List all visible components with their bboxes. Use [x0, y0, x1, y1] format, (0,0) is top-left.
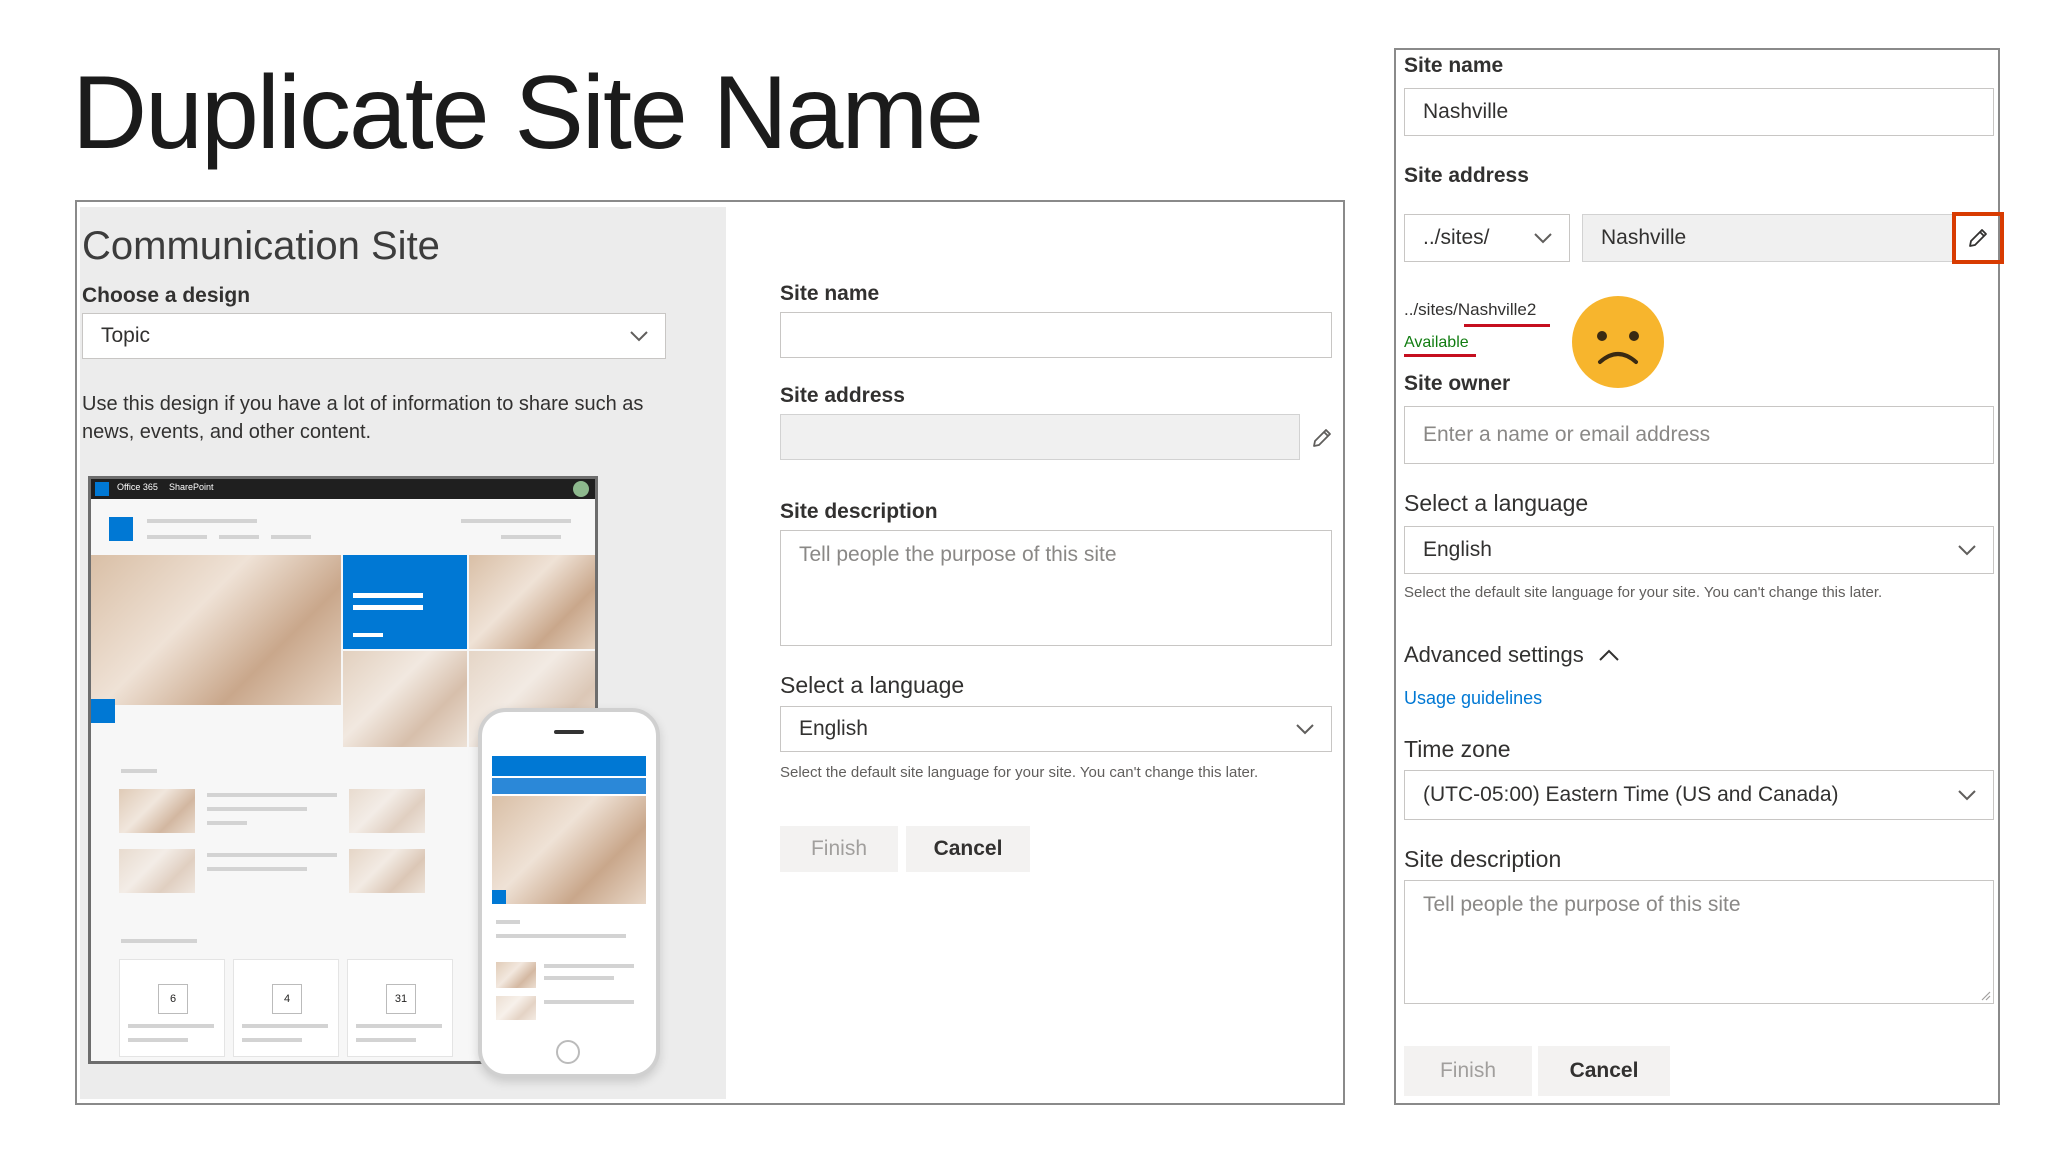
language-dropdown-value: English [1423, 538, 1492, 561]
chevron-down-icon [630, 331, 648, 342]
cancel-button[interactable]: Cancel [1538, 1046, 1670, 1096]
app-launcher-icon [95, 482, 109, 496]
chevron-down-icon [1534, 233, 1552, 244]
site-owner-label: Site owner [1404, 372, 1511, 395]
phone-header-bar [492, 756, 646, 776]
communication-site-title: Communication Site [82, 224, 440, 268]
site-name-label: Site name [1404, 54, 1504, 77]
path-underline [1464, 324, 1550, 327]
suggested-site-path: ../sites/Nashville2 [1404, 300, 1536, 320]
sad-face-icon [1572, 296, 1664, 388]
design-dropdown[interactable]: Topic [82, 313, 666, 359]
suggested-path-name: Nashville2 [1457, 300, 1537, 319]
site-address-input[interactable] [780, 414, 1300, 460]
event-card: 4 [233, 959, 339, 1057]
event-card: 31 [347, 959, 453, 1057]
site-description-placeholder: Tell people the purpose of this site [1423, 893, 1741, 916]
suggested-path-prefix: ../sites/ [1404, 300, 1458, 319]
site-name-label: Site name [780, 282, 880, 305]
hero-image-tile [343, 651, 467, 747]
choose-design-label: Choose a design [82, 284, 251, 307]
language-label: Select a language [780, 672, 965, 698]
design-dropdown-value: Topic [101, 324, 151, 347]
hero-image [91, 555, 341, 705]
preview-suite-bar: Office 365 SharePoint [91, 479, 595, 499]
design-description: Use this design if you have a lot of inf… [82, 393, 644, 444]
language-helper-text: Select the default site language for you… [780, 764, 1259, 781]
advanced-settings-toggle[interactable]: Advanced settings [1404, 642, 1620, 668]
news-thumbnail [349, 849, 425, 893]
chevron-down-icon [1296, 724, 1314, 735]
site-name-value: Nashville [1423, 100, 1509, 123]
site-address-label: Site address [1404, 164, 1529, 187]
pencil-icon[interactable] [1310, 426, 1334, 450]
phone-thumbnail [496, 996, 536, 1020]
cancel-button[interactable]: Cancel [906, 826, 1030, 872]
avatar [573, 481, 589, 497]
news-thumbnail [349, 789, 425, 833]
usage-guidelines-link[interactable]: Usage guidelines [1404, 688, 1542, 709]
site-owner-input[interactable]: Enter a name or email address [1404, 406, 1994, 464]
advanced-settings-label: Advanced settings [1404, 642, 1584, 667]
preview-brand-sharepoint: SharePoint [169, 482, 214, 492]
preview-brand-office: Office 365 [117, 482, 158, 492]
site-description-label: Site description [1404, 846, 1562, 872]
chevron-down-icon [1958, 545, 1976, 556]
hero-tile-blue [343, 555, 467, 649]
language-helper-text: Select the default site language for you… [1404, 584, 1883, 601]
site-description-placeholder: Tell people the purpose of this site [799, 543, 1117, 566]
finish-button[interactable]: Finish [1404, 1046, 1532, 1096]
event-date: 6 [158, 984, 188, 1014]
phone-nav-bar [492, 778, 646, 794]
slide-title: Duplicate Site Name [72, 55, 984, 171]
phone-hero-image [492, 796, 646, 904]
availability-status: Available [1404, 334, 1469, 351]
finish-button[interactable]: Finish [780, 826, 898, 872]
phone-home-button [556, 1040, 580, 1064]
site-address-value: Nashville [1601, 226, 1687, 249]
site-address-prefix-value: ../sites/ [1423, 226, 1490, 249]
site-owner-placeholder: Enter a name or email address [1423, 423, 1711, 446]
phone-hero-accent [492, 890, 506, 904]
time-zone-dropdown[interactable]: (UTC-05:00) Eastern Time (US and Canada) [1404, 770, 1994, 820]
site-address-label: Site address [780, 384, 905, 407]
pencil-icon[interactable] [1966, 226, 1990, 250]
time-zone-label: Time zone [1404, 736, 1511, 762]
language-dropdown[interactable]: English [780, 706, 1332, 752]
news-thumbnail [119, 789, 195, 833]
hero-image-small [469, 555, 595, 649]
site-description-input[interactable]: Tell people the purpose of this site [780, 530, 1332, 646]
site-description-label: Site description [780, 500, 938, 523]
phone-speaker [554, 730, 584, 734]
site-name-input[interactable] [780, 312, 1332, 358]
site-logo-icon [109, 517, 133, 541]
chevron-up-icon [1599, 649, 1619, 661]
event-card: 6 [119, 959, 225, 1057]
language-dropdown[interactable]: English [1404, 526, 1994, 574]
site-address-prefix-dropdown[interactable]: ../sites/ [1404, 214, 1570, 262]
time-zone-dropdown-value: (UTC-05:00) Eastern Time (US and Canada) [1423, 783, 1839, 806]
site-description-input[interactable]: Tell people the purpose of this site [1404, 880, 1994, 1004]
site-address-input[interactable]: Nashville [1582, 214, 1956, 262]
design-preview-mobile [478, 708, 660, 1078]
phone-thumbnail [496, 962, 536, 988]
resize-grip-icon[interactable] [1979, 989, 1991, 1001]
news-thumbnail [119, 849, 195, 893]
site-name-input[interactable]: Nashville [1404, 88, 1994, 136]
event-date: 31 [386, 984, 416, 1014]
availability-underline [1404, 354, 1476, 357]
hero-accent [91, 699, 115, 723]
language-dropdown-value: English [799, 717, 868, 740]
chevron-down-icon [1958, 790, 1976, 801]
language-label: Select a language [1404, 490, 1589, 516]
event-date: 4 [272, 984, 302, 1014]
